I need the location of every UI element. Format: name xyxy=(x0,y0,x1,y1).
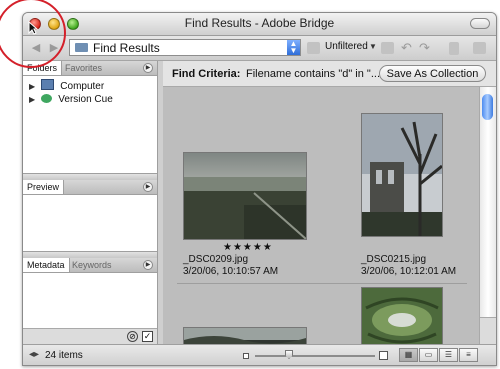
disclosure-triangle-icon[interactable]: ▶ xyxy=(29,95,35,104)
location-label: Find Results xyxy=(93,41,160,55)
compact-mode-icon[interactable] xyxy=(473,42,486,54)
preview-tab-bar: Preview ▶ xyxy=(23,180,157,195)
trash-icon[interactable] xyxy=(449,42,459,55)
tree-item-label: Computer xyxy=(60,81,105,92)
new-folder-icon[interactable] xyxy=(381,42,394,54)
versions-view-button[interactable]: ≡ xyxy=(459,348,478,362)
location-dropdown[interactable]: Find Results ▲ ▼ xyxy=(69,39,301,56)
file-name: _DSC0215.jpg xyxy=(361,254,427,265)
large-thumbnail-icon[interactable] xyxy=(379,351,388,360)
toolbar-toggle-button[interactable] xyxy=(470,18,490,29)
thumbnail-cell[interactable] xyxy=(361,113,443,237)
tab-metadata[interactable]: Metadata xyxy=(23,258,70,272)
photo-thumbnail[interactable] xyxy=(361,113,443,237)
file-name: _DSC0209.jpg xyxy=(183,254,249,265)
content-grid: ★★★★★ _DSC0209.jpg 3/20/06, 10:10:57 AM … xyxy=(163,87,479,344)
bridge-window: Find Results - Adobe Bridge ◀ ▶ Find Res… xyxy=(22,12,497,366)
updown-arrows-icon[interactable]: ▲ ▼ xyxy=(287,40,300,55)
panel-menu-icon[interactable]: ▶ xyxy=(143,182,153,192)
metadata-pane xyxy=(23,273,157,328)
thumbnail-cell[interactable] xyxy=(183,327,307,344)
rotate-right-icon[interactable]: ↷ xyxy=(419,40,430,56)
details-view-button[interactable]: ☰ xyxy=(439,348,458,362)
photo-thumbnail[interactable] xyxy=(183,327,307,344)
find-criteria-bar: Find Criteria: Filename contains "d" in … xyxy=(163,61,496,87)
thumbnails-view-button[interactable]: ▦ xyxy=(399,348,418,362)
tab-keywords[interactable]: Keywords xyxy=(68,258,116,272)
tab-preview[interactable]: Preview xyxy=(23,180,65,194)
folders-pane: ▶ Computer ▶ Version Cue xyxy=(23,76,157,179)
panel-menu-icon[interactable]: ▶ xyxy=(143,260,153,270)
camera-icon[interactable] xyxy=(307,42,320,54)
slider-knob[interactable] xyxy=(285,350,293,359)
tree-item-label: Version Cue xyxy=(58,94,113,105)
left-right-arrows-icon[interactable]: ◂▸ xyxy=(29,349,39,360)
photo-thumbnail[interactable] xyxy=(361,287,443,344)
no-entry-icon[interactable]: ⊘ xyxy=(127,331,138,342)
filter-menu[interactable]: Unfiltered xyxy=(325,41,368,52)
small-thumbnail-icon[interactable] xyxy=(243,353,249,359)
tab-favorites[interactable]: Favorites xyxy=(61,61,106,75)
file-date: 3/20/06, 10:10:57 AM xyxy=(183,266,279,277)
row-divider xyxy=(177,283,467,284)
chevron-down-icon: ▼ xyxy=(369,42,377,51)
rotate-left-icon[interactable]: ↶ xyxy=(401,40,412,56)
title-bar[interactable]: Find Results - Adobe Bridge xyxy=(23,13,496,36)
panel-menu-icon[interactable]: ▶ xyxy=(143,63,153,73)
file-date: 3/20/06, 10:12:01 AM xyxy=(361,266,457,277)
thumbnail-cell[interactable] xyxy=(361,287,443,344)
scroll-thumb[interactable] xyxy=(482,94,493,120)
vertical-scrollbar[interactable] xyxy=(479,87,496,344)
metadata-footer: ⊘ ✓ xyxy=(23,328,157,345)
filmstrip-view-button[interactable]: ▭ xyxy=(419,348,438,362)
thumbnail-size-slider[interactable] xyxy=(255,355,375,357)
mouse-cursor-icon xyxy=(28,21,38,35)
find-criteria-text: Filename contains "d" in "... xyxy=(246,68,380,80)
toolbar: ◀ ▶ Find Results ▲ ▼ Unfiltered ▼ ↶ ↷ xyxy=(23,36,496,61)
disclosure-triangle-icon[interactable]: ▶ xyxy=(29,82,35,91)
preview-pane xyxy=(23,195,157,257)
metadata-tab-bar: Metadata Keywords ▶ xyxy=(23,258,157,273)
tree-item-version-cue[interactable]: ▶ Version Cue xyxy=(29,93,113,105)
status-bar: ◂▸ 24 items ▦ ▭ ☰ ≡ xyxy=(23,344,496,365)
star-rating[interactable]: ★★★★★ xyxy=(223,242,273,253)
version-cue-icon xyxy=(41,94,53,103)
tree-item-computer[interactable]: ▶ Computer xyxy=(29,79,104,92)
folder-icon xyxy=(75,43,88,52)
computer-icon xyxy=(41,79,55,90)
find-criteria-label: Find Criteria: xyxy=(172,68,241,80)
checkmark-icon[interactable]: ✓ xyxy=(142,331,153,342)
scroll-arrows[interactable] xyxy=(480,317,496,344)
save-as-collection-button[interactable]: Save As Collection xyxy=(379,65,486,82)
thumbnail-cell[interactable] xyxy=(183,152,307,240)
item-count: 24 items xyxy=(45,350,83,361)
window-title: Find Results - Adobe Bridge xyxy=(184,16,335,30)
photo-thumbnail[interactable] xyxy=(183,152,307,240)
